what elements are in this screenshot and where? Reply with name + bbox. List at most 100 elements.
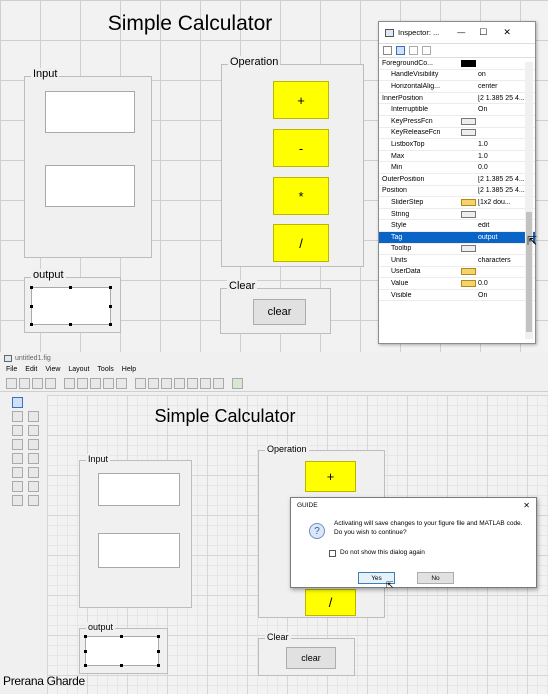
inspector-scrollbar[interactable] bbox=[525, 62, 533, 339]
toolbar-editor-icon[interactable] bbox=[174, 378, 185, 389]
inspector-row[interactable]: Tooltip bbox=[379, 244, 535, 256]
tab-order-icon[interactable] bbox=[161, 378, 172, 389]
grid-editor-icon[interactable] bbox=[461, 198, 476, 206]
guide-input-field-2[interactable] bbox=[98, 533, 180, 568]
top-clear-panel[interactable]: Clear clear bbox=[220, 280, 331, 334]
open-file-icon[interactable] bbox=[19, 378, 30, 389]
top-output-panel[interactable]: output bbox=[24, 269, 121, 333]
inspector-row[interactable]: String bbox=[379, 209, 535, 221]
property-inspector-window[interactable]: Inspector: ... — ☐ ✕ ForegroundCo... Hand… bbox=[378, 21, 536, 344]
cut-icon[interactable] bbox=[64, 378, 75, 389]
guide-input-field-1[interactable] bbox=[98, 473, 180, 506]
inspector-row[interactable]: Visible On bbox=[379, 290, 535, 302]
align-icon[interactable] bbox=[135, 378, 146, 389]
inspector-row[interactable]: InnerPosition [2 1.385 25 4... bbox=[379, 93, 535, 105]
inspector-row[interactable]: ForegroundCo... bbox=[379, 58, 535, 70]
copy-icon[interactable] bbox=[77, 378, 88, 389]
top-divide-button[interactable]: / bbox=[273, 224, 329, 262]
guide-output-panel[interactable]: output bbox=[79, 622, 168, 674]
table-icon[interactable] bbox=[28, 467, 39, 478]
text-editor-icon[interactable] bbox=[461, 210, 476, 218]
top-minus-button[interactable]: - bbox=[273, 129, 329, 167]
top-input-field-1[interactable] bbox=[45, 91, 135, 133]
paste-icon[interactable] bbox=[90, 378, 101, 389]
push-button-icon[interactable] bbox=[12, 411, 23, 422]
guide-clear-panel[interactable]: Clear clear bbox=[258, 632, 355, 676]
expand-all-icon[interactable] bbox=[409, 46, 418, 55]
grid-editor-icon[interactable] bbox=[461, 280, 476, 288]
inspector-maximize-button[interactable]: ☐ bbox=[479, 27, 487, 38]
static-text-icon[interactable] bbox=[28, 439, 39, 450]
save-icon[interactable] bbox=[32, 378, 43, 389]
inspector-minimize-button[interactable]: — bbox=[457, 28, 465, 37]
guide-output-field[interactable] bbox=[85, 636, 159, 666]
inspector-scroll-thumb[interactable] bbox=[526, 212, 532, 332]
edit-text-icon[interactable] bbox=[12, 439, 23, 450]
inspector-row[interactable]: Position [2 1.385 25 4... bbox=[379, 186, 535, 198]
inspector-row[interactable]: Interruptible On bbox=[379, 104, 535, 116]
button-group-icon[interactable] bbox=[12, 495, 23, 506]
inspector-row[interactable]: HandleVisibility on bbox=[379, 70, 535, 82]
new-file-icon[interactable] bbox=[6, 378, 17, 389]
menu-layout[interactable]: Layout bbox=[68, 366, 89, 373]
color-editor-icon[interactable] bbox=[461, 59, 476, 67]
inspector-row[interactable]: HorizontalAlig... center bbox=[379, 81, 535, 93]
run-icon[interactable] bbox=[232, 378, 243, 389]
top-input-panel[interactable]: Input bbox=[24, 68, 152, 258]
axes-icon[interactable] bbox=[12, 481, 23, 492]
top-multiply-button[interactable]: * bbox=[273, 177, 329, 215]
grid-editor-icon[interactable] bbox=[461, 268, 476, 276]
text-editor-icon[interactable] bbox=[461, 245, 476, 253]
guide-divide-button[interactable]: / bbox=[305, 589, 356, 616]
top-input-field-2[interactable] bbox=[45, 165, 135, 207]
categorize-icon[interactable] bbox=[383, 46, 392, 55]
collapse-all-icon[interactable] bbox=[422, 46, 431, 55]
inspector-row[interactable]: OuterPosition [2 1.385 25 4... bbox=[379, 174, 535, 186]
top-clear-button[interactable]: clear bbox=[253, 299, 306, 325]
inspector-close-button[interactable]: ✕ bbox=[503, 27, 511, 38]
dont-show-checkbox[interactable] bbox=[329, 550, 336, 557]
inspector-row[interactable]: UserData bbox=[379, 267, 535, 279]
dialog-close-button[interactable]: ✕ bbox=[523, 501, 530, 510]
menu-editor-icon[interactable] bbox=[148, 378, 159, 389]
property-inspector-icon[interactable] bbox=[200, 378, 211, 389]
slider-icon[interactable] bbox=[28, 411, 39, 422]
checkbox-icon[interactable] bbox=[28, 425, 39, 436]
dialog-no-button[interactable]: No bbox=[417, 572, 454, 584]
inspector-row[interactable]: SliderStep [1x2 dou... bbox=[379, 197, 535, 209]
inspector-titlebar[interactable]: Inspector: ... — ☐ ✕ bbox=[379, 22, 535, 44]
toggle-button-icon[interactable] bbox=[12, 467, 23, 478]
sort-alpha-icon[interactable] bbox=[396, 46, 405, 55]
guide-plus-button[interactable]: + bbox=[305, 461, 356, 492]
inspector-row[interactable]: Style edit bbox=[379, 220, 535, 232]
editor-icon[interactable] bbox=[187, 378, 198, 389]
object-browser-icon[interactable] bbox=[213, 378, 224, 389]
popup-menu-icon[interactable] bbox=[12, 453, 23, 464]
radio-button-icon[interactable] bbox=[12, 425, 23, 436]
print-icon[interactable] bbox=[45, 378, 56, 389]
inspector-row[interactable]: Value 0.0 bbox=[379, 278, 535, 290]
menu-edit[interactable]: Edit bbox=[25, 366, 37, 373]
fcn-editor-icon[interactable] bbox=[461, 129, 476, 137]
guide-clear-button[interactable]: clear bbox=[286, 647, 336, 669]
inspector-row[interactable]: Tag output bbox=[379, 231, 535, 244]
guide-input-panel[interactable]: Input bbox=[79, 454, 192, 608]
activex-icon[interactable] bbox=[28, 495, 39, 506]
inspector-row[interactable]: KeyReleaseFcn bbox=[379, 128, 535, 140]
listbox-icon[interactable] bbox=[28, 453, 39, 464]
inspector-row[interactable]: KeyPressFcn bbox=[379, 116, 535, 128]
redo-icon[interactable] bbox=[116, 378, 127, 389]
menu-file[interactable]: File bbox=[6, 366, 17, 373]
inspector-row[interactable]: ListboxTop 1.0 bbox=[379, 139, 535, 151]
menu-help[interactable]: Help bbox=[122, 366, 136, 373]
select-tool-icon[interactable] bbox=[12, 397, 23, 408]
top-output-field[interactable] bbox=[31, 287, 111, 325]
inspector-row[interactable]: Max 1.0 bbox=[379, 151, 535, 163]
menu-view[interactable]: View bbox=[45, 366, 60, 373]
top-plus-button[interactable]: + bbox=[273, 81, 329, 119]
undo-icon[interactable] bbox=[103, 378, 114, 389]
fcn-editor-icon[interactable] bbox=[461, 117, 476, 125]
inspector-row[interactable]: Units characters bbox=[379, 255, 535, 267]
guide-activate-dialog[interactable]: GUIDE ✕ ? Activating will save changes t… bbox=[290, 497, 537, 590]
menu-tools[interactable]: Tools bbox=[97, 366, 113, 373]
